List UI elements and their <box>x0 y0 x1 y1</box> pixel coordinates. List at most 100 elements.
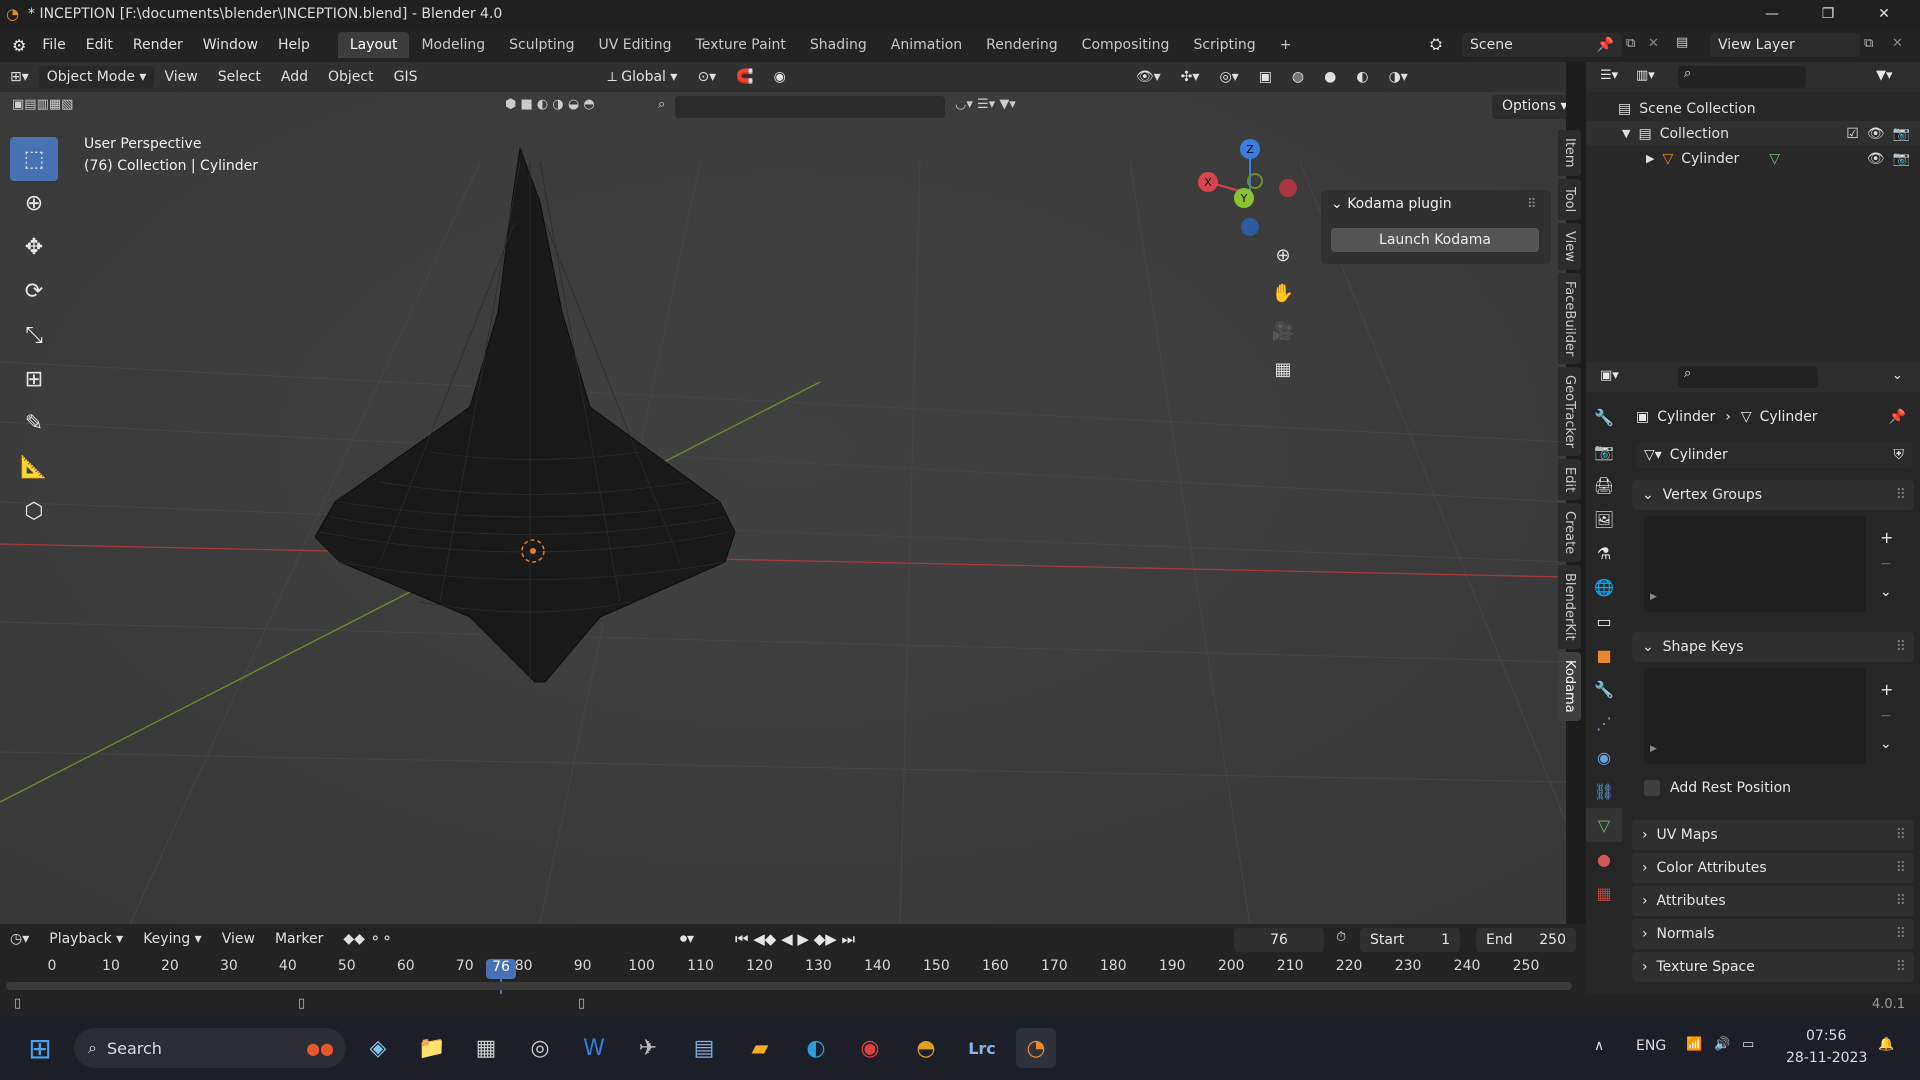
drag-handle-icon[interactable]: ⠿ <box>1896 639 1906 655</box>
mesh-datablock-field[interactable]: ▽▾ Cylinder ⛨ <box>1636 442 1912 468</box>
tab-scripting[interactable]: Scripting <box>1181 32 1267 58</box>
visibility-icon[interactable]: 👁▾ <box>1126 69 1171 85</box>
scene-tab-icon[interactable]: ⚗ <box>1586 536 1622 570</box>
tab-blenderkit[interactable]: BlenderKit <box>1558 565 1581 650</box>
gis-menu[interactable]: GIS <box>384 69 428 85</box>
clock-date[interactable]: 28-11-2023 <box>1786 1050 1867 1066</box>
filter-icons[interactable]: ⬢ ■ ◐ ◑ ◒ ◓ <box>505 97 595 112</box>
transform-orientation-dropdown[interactable]: ⟂ Global ▾ <box>597 69 687 85</box>
vertex-groups-list[interactable]: ▶ <box>1644 516 1866 612</box>
select-box-tool-icon[interactable]: ⬚ <box>10 137 58 181</box>
move-tool-icon[interactable]: ✥ <box>10 225 58 269</box>
uv-maps-section[interactable]: › UV Maps ⠿ <box>1632 820 1914 850</box>
navigation-gizmo[interactable]: Z X Y <box>1190 137 1310 257</box>
visibility-eye-icon[interactable]: 👁 <box>1867 126 1885 142</box>
output-tab-icon[interactable]: 🖨 <box>1586 468 1622 502</box>
scale-tool-icon[interactable]: ⤡ <box>10 313 58 357</box>
collection-tab-icon[interactable]: ▭ <box>1586 604 1622 638</box>
new-scene-icon[interactable]: ⧉ <box>1626 36 1635 51</box>
fake-user-shield-icon[interactable]: ⛨ <box>1894 447 1905 463</box>
transform-tool-icon[interactable]: ⊞ <box>10 357 58 401</box>
list-expand-icon[interactable]: ▶ <box>1650 744 1657 754</box>
tab-geotracker[interactable]: GeoTracker <box>1558 367 1581 457</box>
blender-taskbar-icon[interactable]: ◔ <box>1016 1028 1056 1068</box>
modifier-tab-icon[interactable]: 🔧 <box>1586 672 1622 706</box>
collection-expand-icon[interactable]: ▼ <box>1622 127 1630 140</box>
kodama-panel-header[interactable]: ⌄ Kodama plugin <box>1331 196 1452 212</box>
proportional-edit-icon[interactable]: ◉ <box>764 69 796 85</box>
select-mode-icons[interactable]: ▣▤▥▦▧ <box>12 97 73 112</box>
cylinder-visibility-eye-icon[interactable]: 👁 <box>1867 151 1885 167</box>
view-layer-tab-icon[interactable]: 🖼 <box>1586 502 1622 536</box>
tab-uv-editing[interactable]: UV Editing <box>587 32 684 58</box>
particles-tab-icon[interactable]: ⋰ <box>1586 706 1622 740</box>
vertex-groups-section[interactable]: ⌄ Vertex Groups ⠿ <box>1632 480 1914 510</box>
constraints-tab-icon[interactable]: ⛓ <box>1586 774 1622 808</box>
blender-menu-icon[interactable]: ⚙ <box>12 36 26 55</box>
aperture-app-icon[interactable]: ◎ <box>520 1028 560 1068</box>
mesh-datablock-icon[interactable]: ▽▾ <box>1644 447 1662 463</box>
drag-handle-icon[interactable]: ⠿ <box>1896 893 1906 909</box>
tab-create[interactable]: Create <box>1558 503 1581 563</box>
menu-window[interactable]: Window <box>193 37 268 53</box>
rotate-tool-icon[interactable]: ⟳ <box>10 269 58 313</box>
physics-tab-icon[interactable]: ◉ <box>1586 740 1622 774</box>
mesh-data-icon[interactable]: ▽ <box>1769 151 1780 167</box>
ortho-grid-icon[interactable]: ▦ <box>1266 352 1300 386</box>
shape-keys-section[interactable]: ⌄ Shape Keys ⠿ <box>1632 632 1914 662</box>
notification-bell-icon[interactable]: 🔔 <box>1878 1037 1894 1052</box>
object-tab-icon[interactable]: ■ <box>1586 638 1622 672</box>
tab-shading[interactable]: Shading <box>798 32 879 58</box>
launch-kodama-button[interactable]: Launch Kodama <box>1331 228 1539 252</box>
sticky-notes-icon[interactable]: ▰ <box>740 1028 780 1068</box>
browser-icon[interactable]: ◓ <box>906 1028 946 1068</box>
drag-handle-icon[interactable]: ⠿ <box>1896 959 1906 975</box>
tray-expand-icon[interactable]: ∧ <box>1594 1038 1604 1054</box>
tab-view[interactable]: View <box>1558 222 1581 270</box>
photos-icon[interactable]: ▤ <box>684 1028 724 1068</box>
volume-icon[interactable]: 🔊 <box>1714 1037 1730 1052</box>
word-icon[interactable]: W <box>574 1028 614 1068</box>
shading-material-icon[interactable]: ◐ <box>1346 69 1378 85</box>
render-camera-icon[interactable]: 📷 <box>1893 126 1910 142</box>
viewport-search-input[interactable] <box>675 96 945 118</box>
drag-handle-icon[interactable]: ⠿ <box>1896 926 1906 942</box>
tab-compositing[interactable]: Compositing <box>1070 32 1182 58</box>
delete-view-layer-icon[interactable]: ✕ <box>1892 36 1903 51</box>
drag-handle-icon[interactable]: ⠿ <box>1896 487 1906 503</box>
menu-edit[interactable]: Edit <box>76 37 123 53</box>
tab-rendering[interactable]: Rendering <box>974 32 1070 58</box>
gizmo-icon[interactable]: ✣▾ <box>1171 69 1210 85</box>
collection-row[interactable]: ▼ ▤ Collection ☑ 👁 📷 <box>1586 121 1920 146</box>
drag-handle-icon[interactable]: ⠿ <box>1527 197 1537 212</box>
scene-field[interactable]: Scene 📌 <box>1462 33 1622 57</box>
zoom-icon[interactable]: ⊕ <box>1266 238 1300 272</box>
calculator-icon[interactable]: ▦ <box>466 1028 506 1068</box>
select-menu[interactable]: Select <box>208 69 271 85</box>
data-tab-icon[interactable]: ▽ <box>1586 808 1622 842</box>
menu-render[interactable]: Render <box>123 37 193 53</box>
3d-viewport[interactable]: ⊞▾ Object Mode ▾ View Select Add Object … <box>0 62 1566 924</box>
pan-hand-icon[interactable]: ✋ <box>1266 276 1300 310</box>
app-icon[interactable]: ✈ <box>628 1028 668 1068</box>
edge-icon[interactable]: ◐ <box>796 1028 836 1068</box>
tab-facebuilder[interactable]: FaceBuilder <box>1558 272 1581 365</box>
vertex-group-menu-icon[interactable]: ⌄ <box>1880 584 1892 600</box>
tab-animation[interactable]: Animation <box>879 32 974 58</box>
shape-key-menu-icon[interactable]: ⌄ <box>1880 736 1892 752</box>
render-tab-icon[interactable]: 📷 <box>1586 434 1622 468</box>
shading-solid-icon[interactable]: ● <box>1314 69 1346 85</box>
new-view-layer-icon[interactable]: ⧉ <box>1864 36 1873 51</box>
cylinder-expand-icon[interactable]: ▶ <box>1646 152 1654 165</box>
outliner-type-icon[interactable]: ☰▾ <box>1600 68 1618 83</box>
shape-keys-list[interactable]: ▶ <box>1644 668 1866 764</box>
add-shape-key-icon[interactable]: + <box>1880 680 1893 699</box>
pin-icon[interactable]: 📌 <box>1597 37 1614 53</box>
camera-icon[interactable]: 🎥 <box>1266 314 1300 348</box>
cursor-tool-icon[interactable]: ⊕ <box>10 181 58 225</box>
menu-help[interactable]: Help <box>268 37 320 53</box>
xray-icon[interactable]: ▣ <box>1249 69 1282 85</box>
add-menu[interactable]: Add <box>271 69 318 85</box>
material-tab-icon[interactable]: ● <box>1586 842 1622 876</box>
tab-edit[interactable]: Edit <box>1558 459 1581 501</box>
